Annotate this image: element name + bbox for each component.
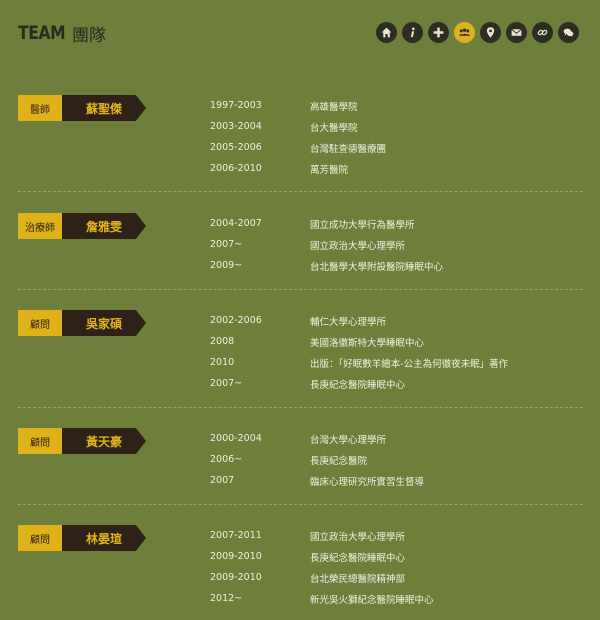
history-row: 2004-2007 國立成功大學行為醫學所 [210,213,570,234]
member-badge: 醫師 蘇聖傑 [18,95,146,121]
history-org: 台北醫學大學附設醫院睡眠中心 [310,261,444,273]
history-org: 台灣大學心理學所 [310,434,387,446]
history-years: 1997-2003 [210,100,262,111]
info-icon[interactable] [402,22,423,43]
history-row: 1997-2003 高雄醫學院 [210,95,570,116]
divider [18,289,583,290]
nav-icon-bar [376,22,579,43]
member-badge: 治療師 詹雅雯 [18,213,146,239]
history-org: 長庚紀念醫院睡眠中心 [310,379,406,391]
history-years: 2007-2011 [210,530,262,541]
member-history: 1997-2003 高雄醫學院 2003-2004 台大醫學院 2005-2006 台… [210,95,570,179]
history-years: 2003-2004 [210,121,262,132]
history-row: 2006-2010 萬芳醫院 [210,158,570,179]
member-name: 黃天豪 [62,428,146,454]
member-name: 蘇聖傑 [62,95,146,121]
divider [18,504,583,505]
history-org: 新光吳火獅紀念醫院睡眠中心 [310,594,434,606]
history-org: 長庚紀念醫院 [310,455,368,467]
divider [18,407,583,408]
history-org: 長庚紀念醫院睡眠中心 [310,552,406,564]
mail-icon[interactable] [506,22,527,43]
team-icon[interactable] [454,22,475,43]
member-history: 2004-2007 國立成功大學行為醫學所 2007~ 國立政治大學心理學所 200… [210,213,570,276]
history-row: 2007~ 長庚紀念醫院睡眠中心 [210,373,570,394]
location-icon[interactable] [480,22,501,43]
history-row: 2005-2006 台灣駐查德醫療團 [210,137,570,158]
history-row: 2009-2010 長庚紀念醫院睡眠中心 [210,546,570,567]
page-title-en: TEAM [18,22,66,44]
history-org: 輔仁大學心理學所 [310,316,387,328]
history-row: 2007-2011 國立政治大學心理學所 [210,525,570,546]
history-years: 2012~ [210,593,243,604]
history-org: 國立政治大學心理學所 [310,240,406,252]
history-years: 2006~ [210,454,243,465]
member-role: 顧問 [18,310,62,336]
member-role: 醫師 [18,95,62,121]
history-years: 2007 [210,475,235,486]
member-name: 吳家碩 [62,310,146,336]
home-icon[interactable] [376,22,397,43]
link-icon[interactable] [532,22,553,43]
history-row: 2006~ 長庚紀念醫院 [210,449,570,470]
member-role: 顧問 [18,428,62,454]
history-row: 2007~ 國立政治大學心理學所 [210,234,570,255]
history-org: 台北榮民總醫院精神部 [310,573,406,585]
history-years: 2010 [210,357,235,368]
member-badge: 顧問 林晏瑄 [18,525,146,551]
history-years: 2007~ [210,239,243,250]
chat-icon[interactable] [558,22,579,43]
history-years: 2007~ [210,378,243,389]
history-years: 2009-2010 [210,572,262,583]
plus-icon[interactable] [428,22,449,43]
history-row: 2009~ 台北醫學大學附設醫院睡眠中心 [210,255,570,276]
history-row: 2010 出版：「好眠數羊繪本-公主為何徹夜未眠」著作 [210,352,570,373]
history-org: 台大醫學院 [310,122,358,134]
history-years: 2009-2010 [210,551,262,562]
history-org: 國立成功大學行為醫學所 [310,219,415,231]
history-row: 2008 美國洛徹斯特大學睡眠中心 [210,331,570,352]
member-role: 顧問 [18,525,62,551]
history-row: 2009-2010 台北榮民總醫院精神部 [210,567,570,588]
history-org: 臨床心理研究所實習生督導 [310,476,425,488]
history-years: 2008 [210,336,235,347]
history-org: 台灣駐查德醫療團 [310,143,387,155]
history-row: 2002-2006 輔仁大學心理學所 [210,310,570,331]
page-title-zh: 團隊 [72,25,106,46]
history-row: 2007 臨床心理研究所實習生督導 [210,470,570,491]
member-name: 詹雅雯 [62,213,146,239]
history-org: 萬芳醫院 [310,164,349,176]
history-years: 2004-2007 [210,218,262,229]
member-name: 林晏瑄 [62,525,146,551]
history-row: 2000-2004 台灣大學心理學所 [210,428,570,449]
history-years: 2006-2010 [210,163,262,174]
member-badge: 顧問 黃天豪 [18,428,146,454]
member-role: 治療師 [18,213,62,239]
history-row: 2012~ 新光吳火獅紀念醫院睡眠中心 [210,588,570,609]
history-org: 國立政治大學心理學所 [310,531,406,543]
history-row: 2003-2004 台大醫學院 [210,116,570,137]
member-history: 2007-2011 國立政治大學心理學所 2009-2010 長庚紀念醫院睡眠中心 … [210,525,570,609]
history-years: 2005-2006 [210,142,262,153]
history-years: 2002-2006 [210,315,262,326]
history-years: 2000-2004 [210,433,262,444]
page-header: TEAM 團隊 [18,18,106,48]
member-badge: 顧問 吳家碩 [18,310,146,336]
history-org: 美國洛徹斯特大學睡眠中心 [310,337,425,349]
history-years: 2009~ [210,260,243,271]
member-history: 2002-2006 輔仁大學心理學所 2008 美國洛徹斯特大學睡眠中心 2010 出… [210,310,570,394]
history-org: 高雄醫學院 [310,101,358,113]
history-org: 出版：「好眠數羊繪本-公主為何徹夜未眠」著作 [310,358,509,370]
divider [18,191,583,192]
member-history: 2000-2004 台灣大學心理學所 2006~ 長庚紀念醫院 2007 臨床心理研究… [210,428,570,491]
